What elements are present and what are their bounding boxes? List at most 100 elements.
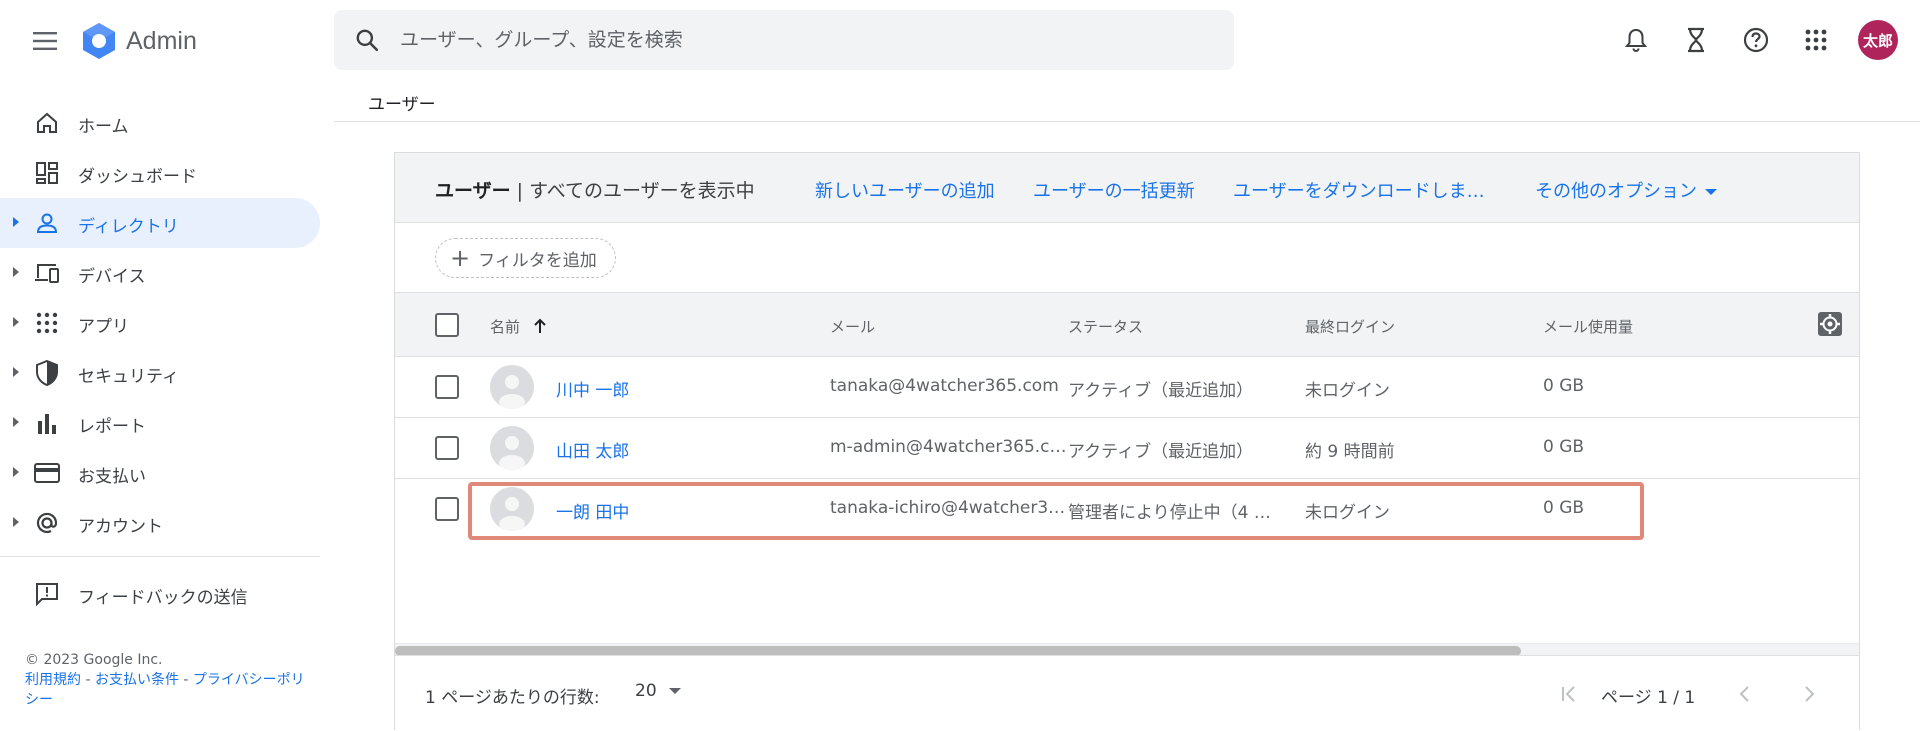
horizontal-scrollbar[interactable]: [395, 643, 1859, 656]
row-checkbox[interactable]: [435, 436, 459, 460]
bar-chart-icon: [34, 410, 60, 436]
more-options-button[interactable]: その他のオプション: [1535, 177, 1717, 203]
sidebar-item-apps[interactable]: アプリ: [0, 298, 322, 348]
expand-caret-icon[interactable]: [13, 417, 19, 427]
sidebar-item-label: ダッシュボード: [78, 167, 197, 187]
user-avatar[interactable]: 太郎: [1858, 20, 1898, 60]
add-user-button[interactable]: 新しいユーザーの追加: [815, 177, 995, 203]
sidebar-item-reports[interactable]: レポート: [0, 398, 322, 448]
expand-caret-icon[interactable]: [13, 267, 19, 277]
shield-icon: [34, 360, 60, 386]
sidebar-item-dashboard[interactable]: ダッシュボード: [0, 148, 322, 198]
expand-caret-icon[interactable]: [13, 217, 19, 227]
sidebar-item-label: ホーム: [78, 117, 129, 137]
dashboard-icon: [34, 160, 60, 186]
search-input[interactable]: [400, 29, 1160, 51]
user-last-login: 未ログイン: [1305, 503, 1390, 523]
card-header: ユーザー | すべてのユーザーを表示中 新しいユーザーの追加 ユーザーの一括更新…: [395, 153, 1859, 223]
expand-caret-icon[interactable]: [13, 317, 19, 327]
admin-logo[interactable]: Admin: [80, 22, 197, 60]
download-users-button[interactable]: ユーザーをダウンロードしま…: [1233, 177, 1485, 203]
table-row[interactable]: 山田 太郎 m-admin@4watcher365.c… アクティブ（最近追加）…: [395, 418, 1859, 479]
bulk-update-button[interactable]: ユーザーの一括更新: [1033, 177, 1195, 203]
user-status: アクティブ（最近追加）: [1068, 442, 1254, 462]
table-row[interactable]: 川中 一郎 tanaka@4watcher365.com アクティブ（最近追加）…: [395, 357, 1859, 418]
previous-page-button[interactable]: [1731, 680, 1759, 708]
dropdown-caret-icon: [1705, 189, 1717, 195]
app-name: Admin: [126, 26, 197, 55]
top-icons: 太郎: [1614, 18, 1920, 62]
card-title-sub: | すべてのユーザーを表示中: [510, 180, 755, 202]
expand-caret-icon[interactable]: [13, 367, 19, 377]
apps-launcher-button[interactable]: [1794, 18, 1838, 62]
avatar: [490, 487, 534, 531]
card-title-main: ユーザー: [435, 180, 511, 202]
sidebar-divider: [0, 556, 320, 557]
more-options-label: その他のオプション: [1535, 181, 1697, 202]
expand-caret-icon[interactable]: [13, 517, 19, 527]
search-bar[interactable]: [334, 10, 1234, 70]
feedback-button[interactable]: フィードバックの送信: [0, 569, 322, 619]
admin-logo-icon: [83, 23, 115, 59]
user-placeholder-icon: [499, 375, 525, 409]
apps-grid-icon: [34, 310, 60, 336]
user-mail-usage: 0 GB: [1543, 376, 1585, 396]
filter-row: + フィルタを追加: [395, 223, 1859, 293]
plus-icon: +: [450, 244, 471, 272]
table-header: 名前 メール ステータス 最終ログイン メール使用量: [395, 293, 1859, 357]
user-name-link[interactable]: 一朗 田中: [556, 498, 629, 523]
sidebar-item-home[interactable]: ホーム: [0, 98, 322, 148]
column-header-status[interactable]: ステータス: [1068, 316, 1143, 337]
column-header-name[interactable]: 名前: [490, 316, 547, 337]
rows-per-page-select[interactable]: 20: [635, 681, 681, 701]
expand-caret-icon[interactable]: [13, 467, 19, 477]
user-name-link[interactable]: 山田 太郎: [556, 437, 629, 462]
sort-ascending-icon: [534, 318, 546, 333]
page-indicator: ページ 1 / 1: [1601, 688, 1696, 708]
gear-icon[interactable]: [1817, 311, 1843, 337]
avatar: [490, 426, 534, 470]
next-page-button[interactable]: [1795, 680, 1823, 708]
sidebar-item-label: レポート: [78, 417, 146, 437]
row-checkbox[interactable]: [435, 375, 459, 399]
tasks-button[interactable]: [1674, 18, 1718, 62]
notifications-button[interactable]: [1614, 18, 1658, 62]
user-status: 管理者により停止中（4 …: [1068, 503, 1271, 523]
column-header-email[interactable]: メール: [830, 316, 875, 337]
chevron-left-icon: [1739, 686, 1749, 702]
sidebar-item-directory[interactable]: ディレクトリ: [0, 198, 320, 248]
breadcrumb-bar: ユーザー: [334, 82, 1920, 122]
user-status: アクティブ（最近追加）: [1068, 381, 1254, 401]
chevron-down-icon: [668, 688, 681, 694]
user-name-link[interactable]: 川中 一郎: [556, 376, 629, 401]
column-header-mail-usage[interactable]: メール使用量: [1543, 316, 1633, 337]
column-header-last-login[interactable]: 最終ログイン: [1305, 316, 1395, 337]
breadcrumb[interactable]: ユーザー: [368, 90, 436, 115]
row-checkbox[interactable]: [435, 497, 459, 521]
select-all-checkbox[interactable]: [435, 313, 459, 337]
footer-separator: -: [81, 672, 95, 688]
column-label: 名前: [490, 318, 521, 336]
add-filter-button[interactable]: + フィルタを追加: [435, 238, 616, 278]
user-email: tanaka@4watcher365.com: [830, 376, 1059, 396]
footer: © 2023 Google Inc. 利用規約 - お支払い条件 - プライバシ…: [25, 650, 315, 710]
feedback-label: フィードバックの送信: [78, 588, 248, 608]
help-icon: [1743, 27, 1769, 53]
first-page-icon: [1562, 686, 1575, 702]
sidebar-item-security[interactable]: セキュリティ: [0, 348, 322, 398]
first-page-button[interactable]: [1555, 680, 1583, 708]
help-button[interactable]: [1734, 18, 1778, 62]
sidebar-item-label: ディレクトリ: [78, 217, 179, 237]
sidebar-item-account[interactable]: アカウント: [0, 498, 322, 548]
main-menu-button[interactable]: [28, 24, 62, 58]
hourglass-icon: [1688, 27, 1704, 53]
sidebar-item-devices[interactable]: デバイス: [0, 248, 322, 298]
hamburger-icon: [33, 32, 57, 50]
table-row[interactable]: 一朗 田中 tanaka-ichiro@4watcher3… 管理者により停止中…: [395, 479, 1859, 540]
billing-terms-link[interactable]: お支払い条件: [95, 672, 179, 688]
user-last-login: 約 9 時間前: [1305, 442, 1395, 462]
terms-link[interactable]: 利用規約: [25, 672, 81, 688]
sidebar-item-billing[interactable]: お支払い: [0, 448, 322, 498]
sidebar-item-label: アプリ: [78, 317, 129, 337]
at-sign-icon: [34, 510, 60, 536]
